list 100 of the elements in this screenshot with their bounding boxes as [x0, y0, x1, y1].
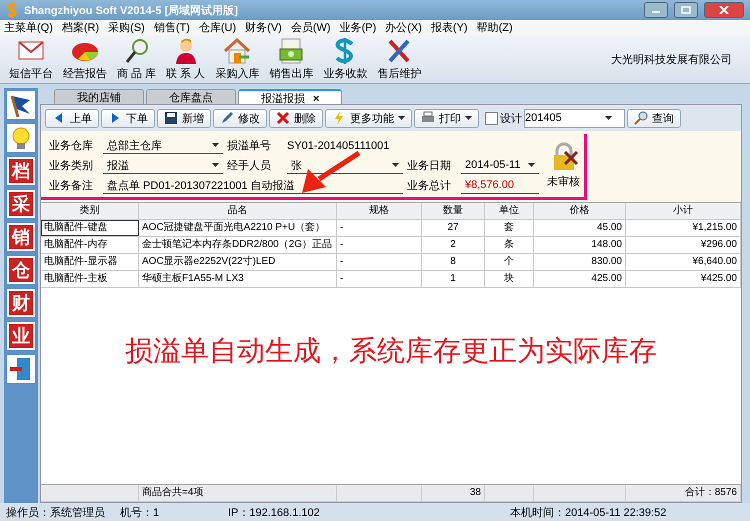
menu-item[interactable]: 帮助(Z) [476, 20, 513, 35]
column-header: 规格 [337, 203, 422, 219]
menu-item[interactable]: 办公(X) [385, 20, 422, 35]
caret-icon [392, 163, 399, 167]
table-cell: 2 [422, 237, 485, 253]
table-cell: - [337, 220, 422, 236]
footer-cell: 商品合共=4项 [139, 485, 337, 501]
sidebar-button[interactable]: 采 [7, 190, 35, 218]
lightbulb-icon[interactable] [7, 124, 35, 152]
action-button[interactable]: 下单 [101, 108, 155, 128]
exit-door-icon[interactable] [7, 355, 35, 383]
table-cell: 块 [485, 271, 534, 287]
table-cell: ¥425.00 [626, 271, 741, 287]
warehouse-dropdown[interactable]: 总部主仓库 [103, 137, 223, 154]
company-name: 大光明科技发展有限公司 [611, 52, 732, 66]
menu-item[interactable]: 采购(S) [108, 20, 145, 35]
table-cell: 830.00 [534, 254, 626, 270]
table-cell: 套 [485, 220, 534, 236]
column-header: 类别 [41, 203, 139, 219]
table-cell: 8 [422, 254, 485, 270]
action-button[interactable]: 新增 [157, 108, 211, 128]
column-header: 数量 [422, 203, 485, 219]
design-checkbox[interactable] [485, 112, 498, 124]
sidebar-button[interactable]: 档 [7, 157, 35, 185]
close-icon [719, 6, 729, 14]
total-field: ¥8,576.00 [461, 177, 539, 194]
query-button[interactable]: 查询 [627, 108, 681, 128]
action-button[interactable]: 上单 [45, 108, 99, 128]
table-cell: 个 [485, 254, 534, 270]
audit-status: 未审核 [547, 174, 580, 189]
minimize-button[interactable] [644, 2, 668, 18]
caret-icon [528, 163, 535, 167]
table-cell: - [337, 271, 422, 287]
house-icon [222, 37, 252, 65]
menu-item[interactable]: 主菜单(Q) [4, 20, 53, 35]
sidebar-button[interactable]: 销 [7, 223, 35, 251]
toolbar-button[interactable]: 销售出库 [264, 37, 318, 81]
flag-icon[interactable] [7, 91, 35, 119]
menu-item[interactable]: 会员(W) [290, 20, 331, 35]
tab[interactable]: 我的店铺 [54, 89, 144, 104]
toolbar-button[interactable]: 经营报告 [58, 37, 112, 81]
field-label: 业务日期 [407, 159, 452, 173]
caret-icon [605, 116, 612, 120]
table-cell: ¥296.00 [626, 237, 741, 253]
menu-item[interactable]: 销售(T) [154, 20, 190, 35]
action-button[interactable]: 删除 [269, 108, 323, 128]
toolbar-button[interactable]: 业务收款 [318, 37, 372, 81]
table-cell: AOC显示器e2252V(22寸)LED [139, 254, 337, 270]
action-button[interactable]: 修改 [213, 108, 267, 128]
action-button[interactable]: 更多功能 [325, 108, 412, 128]
caption-text: 损溢单自动生成，系统库存更正为实际库存 [125, 334, 657, 368]
menu-item[interactable]: 财务(V) [245, 20, 282, 35]
sidebar-button[interactable]: 财 [7, 289, 35, 317]
toolbar-button[interactable]: 售后维护 [372, 37, 426, 81]
table-cell: AOC冠捷键盘平面光电A2210 P+U（套） [139, 220, 337, 236]
tab[interactable]: 报溢报损 × [238, 89, 342, 104]
table-cell: 电脑配件-键盘 [41, 220, 139, 236]
date-dropdown[interactable]: 2014-05-11 [461, 157, 539, 174]
table-cell: 148.00 [534, 237, 626, 253]
table-cell: 条 [485, 237, 534, 253]
field-label: 损溢单号 [227, 139, 272, 153]
toolbar-button[interactable]: 联 系 人 [161, 37, 210, 81]
cross-icon [276, 111, 290, 125]
sidebar-button[interactable]: 业 [7, 322, 35, 350]
field-label: 经手人员 [227, 159, 272, 173]
action-button[interactable]: 打印 [414, 108, 479, 128]
field-label: 业务总计 [407, 179, 452, 193]
caret-icon [465, 116, 472, 120]
table-cell: 金士顿笔记本内存条DDR2/800（2G）正品 [139, 237, 337, 253]
lightning-icon [332, 111, 346, 125]
caret-icon [212, 163, 219, 167]
footer-cell: 合计：8576 [626, 485, 741, 501]
tab[interactable]: 仓库盘点 [146, 89, 236, 104]
table-cell: ¥1,215.00 [626, 220, 741, 236]
maximize-button[interactable] [674, 2, 698, 18]
sidebar-button[interactable]: 仓 [7, 256, 35, 284]
printer-icon [421, 111, 435, 125]
period-dropdown[interactable]: 201405 [524, 108, 625, 128]
status-text: 本机时间：2014-05-11 22:39:52 [509, 506, 666, 520]
toolbar-button[interactable]: 采购入库 [210, 37, 264, 81]
menu-item[interactable]: 档案(R) [62, 20, 100, 35]
footer-cell: 38 [422, 485, 485, 501]
menu-item[interactable]: 报表(Y) [430, 20, 468, 35]
menu-item[interactable]: 仓库(U) [198, 20, 236, 35]
column-header: 单位 [485, 203, 534, 219]
caret-icon [398, 116, 405, 120]
type-dropdown[interactable]: 报溢 [103, 157, 223, 174]
design-label: 设计 [500, 112, 522, 126]
dollar-icon [6, 2, 18, 18]
document-number: SY01-201405111001 [287, 140, 390, 152]
status-text: 操作员：系统管理员 [5, 506, 106, 520]
toolbar-button[interactable]: 短信平台 [4, 37, 58, 81]
field-label: 业务仓库 [49, 138, 94, 153]
window-title: Shangzhiyou Soft V2014-5 [局域网试用版] [24, 4, 238, 18]
menu-item[interactable]: 业务(P) [340, 20, 376, 35]
table-cell: 电脑配件-内存 [41, 237, 139, 253]
column-header: 小计 [626, 203, 741, 219]
status-text: IP：192.168.1.102 [227, 506, 321, 520]
close-button[interactable] [704, 2, 744, 18]
toolbar-button[interactable]: 商 品 库 [112, 37, 162, 81]
